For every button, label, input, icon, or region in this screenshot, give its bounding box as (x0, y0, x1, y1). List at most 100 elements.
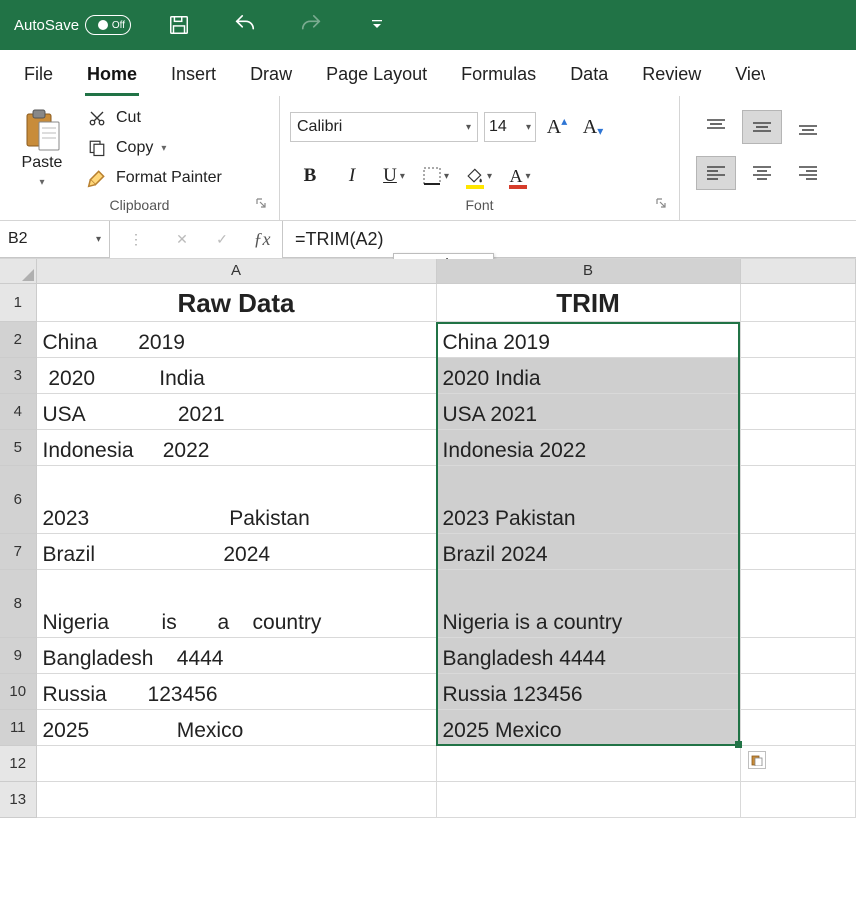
cell[interactable] (740, 283, 856, 321)
cut-button[interactable]: Cut (86, 108, 222, 128)
cell[interactable]: Russia 123456 (36, 673, 436, 709)
row-header[interactable]: 5 (0, 429, 36, 465)
cell[interactable]: Brazil 2024 (436, 533, 740, 569)
cell[interactable]: Bangladesh 4444 (36, 637, 436, 673)
insert-function-button[interactable]: ƒx (242, 221, 282, 258)
tab-review[interactable]: Review (640, 60, 703, 96)
tab-insert[interactable]: Insert (169, 60, 218, 96)
cell[interactable]: Russia 123456 (436, 673, 740, 709)
formula-bar-row: B2▾ ⋮ ✕ ✓ ƒx =TRIM(A2) Formula Bar (0, 221, 856, 259)
spreadsheet-grid[interactable]: A B 1 Raw Data TRIM 2China 2019China 201… (0, 259, 856, 818)
row-header[interactable]: 8 (0, 569, 36, 637)
cell[interactable]: USA 2021 (36, 393, 436, 429)
cell[interactable] (436, 745, 740, 781)
customize-qat-icon[interactable] (359, 7, 395, 43)
paste-dropdown-icon[interactable] (39, 172, 44, 188)
tab-view[interactable]: View (733, 60, 765, 96)
row-header[interactable]: 11 (0, 709, 36, 745)
tab-data[interactable]: Data (568, 60, 610, 96)
save-icon[interactable] (161, 7, 197, 43)
cell[interactable]: 2023 Pakistan (436, 465, 740, 533)
row-header[interactable]: 9 (0, 637, 36, 673)
align-middle-button[interactable] (742, 110, 782, 144)
cell[interactable] (740, 673, 856, 709)
cell[interactable] (740, 781, 856, 817)
cell[interactable]: China 2019 (436, 321, 740, 357)
row-header[interactable]: 2 (0, 321, 36, 357)
clipboard-dialog-launcher-icon[interactable] (255, 196, 267, 212)
group-font: Calibri▾ 14▾ A▴ A▾ B I U▾ ▾ ▾ A▾ Font (280, 96, 680, 220)
row-header[interactable]: 3 (0, 357, 36, 393)
increase-font-button[interactable]: A▴ (542, 112, 572, 142)
tab-home[interactable]: Home (85, 60, 139, 96)
cell[interactable]: 2025 Mexico (36, 709, 436, 745)
align-bottom-button[interactable] (788, 110, 828, 144)
cell[interactable] (740, 357, 856, 393)
cell[interactable]: 2023 Pakistan (36, 465, 436, 533)
cell[interactable]: Nigeria is a country (436, 569, 740, 637)
align-left-button[interactable] (696, 156, 736, 190)
column-header-c[interactable] (740, 259, 856, 283)
cell[interactable]: Brazil 2024 (36, 533, 436, 569)
cell[interactable]: Indonesia 2022 (436, 429, 740, 465)
copy-button[interactable]: Copy (86, 138, 222, 158)
font-name-select[interactable]: Calibri▾ (290, 112, 478, 142)
fill-color-button[interactable]: ▾ (458, 160, 498, 192)
tab-page-layout[interactable]: Page Layout (324, 60, 429, 96)
cell[interactable] (436, 781, 740, 817)
enter-formula-button[interactable]: ✓ (202, 221, 242, 258)
underline-button[interactable]: U▾ (374, 160, 414, 192)
row-header[interactable]: 4 (0, 393, 36, 429)
cell[interactable] (36, 781, 436, 817)
cell[interactable]: 2020 India (36, 357, 436, 393)
row-header[interactable]: 7 (0, 533, 36, 569)
tab-formulas[interactable]: Formulas (459, 60, 538, 96)
autosave-toggle[interactable]: AutoSave Off (14, 15, 131, 35)
borders-button[interactable]: ▾ (416, 160, 456, 192)
align-right-button[interactable] (788, 156, 828, 190)
name-box[interactable]: B2▾ (0, 221, 110, 258)
bold-button[interactable]: B (290, 160, 330, 192)
cell[interactable] (740, 393, 856, 429)
cell[interactable] (740, 429, 856, 465)
italic-button[interactable]: I (332, 160, 372, 192)
tab-draw[interactable]: Draw (248, 60, 294, 96)
cell[interactable]: 2025 Mexico (436, 709, 740, 745)
formula-bar[interactable]: =TRIM(A2) Formula Bar (282, 221, 856, 258)
cell[interactable]: USA 2021 (436, 393, 740, 429)
cell[interactable]: Raw Data (36, 283, 436, 321)
cell[interactable] (36, 745, 436, 781)
row-header[interactable]: 13 (0, 781, 36, 817)
paste-options-button[interactable] (748, 751, 766, 769)
undo-icon[interactable] (227, 7, 263, 43)
row-header[interactable]: 10 (0, 673, 36, 709)
cancel-formula-button[interactable]: ✕ (162, 221, 202, 258)
cell[interactable] (740, 709, 856, 745)
align-top-button[interactable] (696, 110, 736, 144)
paste-button[interactable] (19, 106, 65, 154)
cell[interactable]: Bangladesh 4444 (436, 637, 740, 673)
cell[interactable] (740, 465, 856, 533)
cell[interactable]: 2020 India (436, 357, 740, 393)
align-center-button[interactable] (742, 156, 782, 190)
cell[interactable] (740, 637, 856, 673)
decrease-font-button[interactable]: A▾ (578, 112, 608, 142)
select-all-corner[interactable] (0, 259, 36, 283)
font-dialog-launcher-icon[interactable] (655, 196, 667, 212)
column-header-a[interactable]: A (36, 259, 436, 283)
font-size-select[interactable]: 14▾ (484, 112, 536, 142)
cell[interactable]: Nigeria is a country (36, 569, 436, 637)
cell[interactable]: China 2019 (36, 321, 436, 357)
format-painter-button[interactable]: Format Painter (86, 168, 222, 188)
cell[interactable] (740, 533, 856, 569)
row-header[interactable]: 6 (0, 465, 36, 533)
cell[interactable] (740, 569, 856, 637)
cell[interactable] (740, 321, 856, 357)
column-header-b[interactable]: B (436, 259, 740, 283)
row-header[interactable]: 12 (0, 745, 36, 781)
font-color-button[interactable]: A▾ (500, 160, 540, 192)
row-header[interactable]: 1 (0, 283, 36, 321)
cell[interactable]: Indonesia 2022 (36, 429, 436, 465)
tab-file[interactable]: File (22, 60, 55, 96)
cell[interactable]: TRIM (436, 283, 740, 321)
